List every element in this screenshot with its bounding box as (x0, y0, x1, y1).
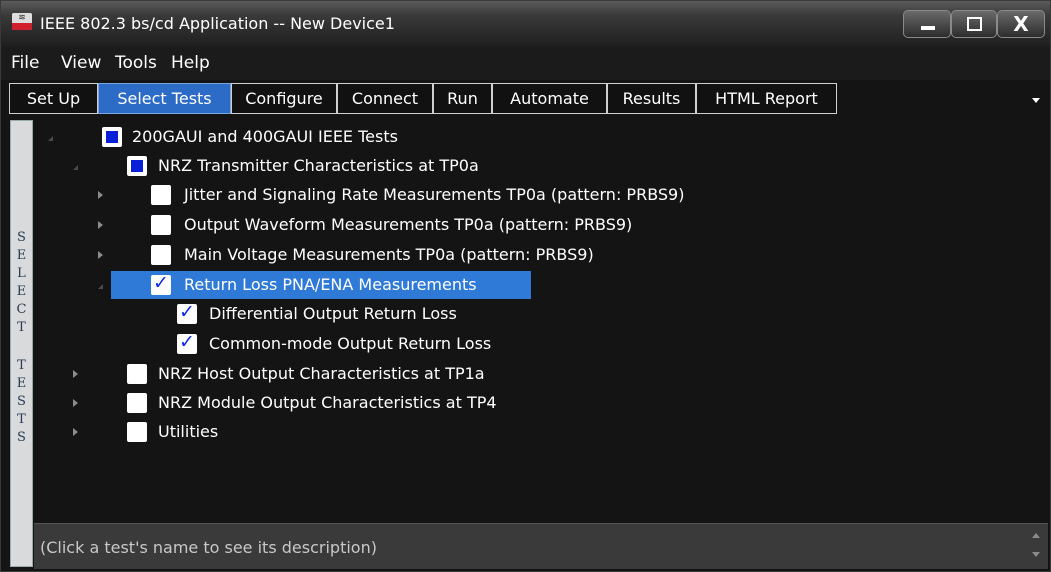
checkbox[interactable] (151, 215, 171, 235)
collapse-arrow-icon[interactable] (98, 251, 103, 259)
collapse-arrow-icon[interactable] (98, 191, 103, 199)
menu-view[interactable]: View (61, 53, 101, 73)
tree-node-label[interactable]: Main Voltage Measurements TP0a (pattern:… (184, 245, 594, 264)
collapse-arrow-icon[interactable] (73, 428, 78, 436)
tree-node[interactable]: NRZ Host Output Characteristics at TP1a (34, 360, 1034, 388)
close-button[interactable]: X (997, 10, 1045, 38)
app-logo-icon: ≋ (12, 13, 32, 30)
checkbox[interactable] (151, 245, 171, 265)
tree-node-label[interactable]: Differential Output Return Loss (209, 304, 457, 323)
checkbox[interactable]: ✓ (151, 272, 171, 295)
checkbox[interactable]: ✓ (177, 301, 197, 324)
maximize-button[interactable] (951, 10, 997, 38)
tree-node[interactable]: NRZ Module Output Characteristics at TP4 (34, 389, 1034, 417)
side-letter: S (17, 430, 26, 445)
scroll-up-icon[interactable] (1032, 533, 1040, 538)
tree-node-label[interactable]: NRZ Module Output Characteristics at TP4 (158, 393, 497, 412)
test-tree: 200GAUI and 400GAUI IEEE Tests NRZ Trans… (34, 120, 1048, 522)
side-letter: L (17, 266, 26, 281)
expand-arrow-icon[interactable] (98, 284, 103, 289)
minimize-button[interactable] (903, 10, 951, 38)
scroll-down-icon[interactable] (1032, 552, 1040, 557)
minimize-icon (921, 26, 935, 30)
close-icon: X (1013, 12, 1029, 36)
tree-node[interactable]: Jitter and Signaling Rate Measurements T… (34, 181, 1034, 209)
checkbox[interactable] (151, 185, 171, 205)
collapse-arrow-icon[interactable] (73, 370, 78, 378)
tree-node[interactable]: NRZ Transmitter Characteristics at TP0a (34, 152, 1034, 180)
menu-help[interactable]: Help (171, 53, 210, 73)
collapse-arrow-icon[interactable] (98, 221, 103, 229)
checkbox[interactable] (127, 364, 147, 384)
side-letter: S (17, 394, 26, 409)
side-letter: E (16, 284, 27, 299)
tree-node[interactable]: ✓ Common-mode Output Return Loss (34, 330, 1034, 358)
tree-node-label[interactable]: NRZ Host Output Characteristics at TP1a (158, 364, 485, 383)
tree-node[interactable]: Utilities (34, 418, 1034, 446)
checkbox[interactable] (102, 127, 122, 147)
title-bar[interactable]: ≋ IEEE 802.3 bs/cd Application -- New De… (1, 1, 1050, 47)
expand-arrow-icon[interactable] (73, 165, 78, 170)
tree-node-label[interactable]: NRZ Transmitter Characteristics at TP0a (158, 156, 479, 175)
checkbox[interactable] (127, 393, 147, 413)
tab-automate[interactable]: Automate (492, 83, 607, 114)
tree-node-label[interactable]: Output Waveform Measurements TP0a (patte… (184, 215, 632, 234)
tab-set-up[interactable]: Set Up (9, 83, 98, 114)
tab-html-report[interactable]: HTML Report (696, 83, 837, 114)
tab-bar: Set Up Select Tests Configure Connect Ru… (1, 80, 1050, 116)
side-letter: T (17, 358, 26, 373)
tab-configure[interactable]: Configure (231, 83, 337, 114)
side-letter: T (17, 320, 26, 335)
maximize-icon (967, 17, 982, 31)
checkmark-icon: ✓ (179, 301, 195, 323)
tree-node[interactable]: 200GAUI and 400GAUI IEEE Tests (34, 123, 1034, 151)
select-tests-side-panel: S E L E C T T E S T S (10, 120, 33, 567)
checkbox[interactable] (127, 156, 147, 176)
tree-node[interactable]: Output Waveform Measurements TP0a (patte… (34, 211, 1034, 239)
side-letter: S (17, 230, 26, 245)
expand-arrow-icon[interactable] (48, 136, 53, 141)
description-text: (Click a test's name to see its descript… (40, 538, 377, 557)
checkbox[interactable] (127, 422, 147, 442)
window-title: IEEE 802.3 bs/cd Application -- New Devi… (40, 14, 395, 33)
tree-node-label[interactable]: 200GAUI and 400GAUI IEEE Tests (132, 127, 398, 146)
menu-file[interactable]: File (11, 53, 39, 73)
tree-node-label[interactable]: Utilities (158, 422, 218, 441)
description-pane[interactable]: (Click a test's name to see its descript… (34, 523, 1048, 569)
tree-node[interactable]: Main Voltage Measurements TP0a (pattern:… (34, 241, 1034, 269)
checkbox[interactable]: ✓ (177, 331, 197, 354)
collapse-arrow-icon[interactable] (73, 399, 78, 407)
app-window: ≋ IEEE 802.3 bs/cd Application -- New De… (0, 0, 1051, 572)
tab-overflow-arrow-icon[interactable] (1032, 98, 1040, 103)
tree-node-label[interactable]: Return Loss PNA/ENA Measurements (184, 275, 477, 294)
tab-results[interactable]: Results (607, 83, 696, 114)
tab-select-tests[interactable]: Select Tests (98, 83, 231, 114)
side-letter: C (16, 302, 27, 317)
side-letter: E (16, 248, 27, 263)
side-letter: E (16, 376, 27, 391)
menu-bar: File View Tools Help (1, 47, 1050, 80)
tree-node[interactable]: ✓ Differential Output Return Loss (34, 300, 1034, 328)
tab-connect[interactable]: Connect (337, 83, 433, 114)
tree-node-selected[interactable]: ✓ Return Loss PNA/ENA Measurements (34, 271, 1034, 299)
checkmark-icon: ✓ (153, 272, 169, 294)
tree-node-label[interactable]: Common-mode Output Return Loss (209, 334, 491, 353)
checkmark-icon: ✓ (179, 331, 195, 353)
tree-node-label[interactable]: Jitter and Signaling Rate Measurements T… (184, 185, 684, 204)
side-letter: T (17, 412, 26, 427)
tab-run[interactable]: Run (433, 83, 492, 114)
menu-tools[interactable]: Tools (115, 53, 157, 73)
